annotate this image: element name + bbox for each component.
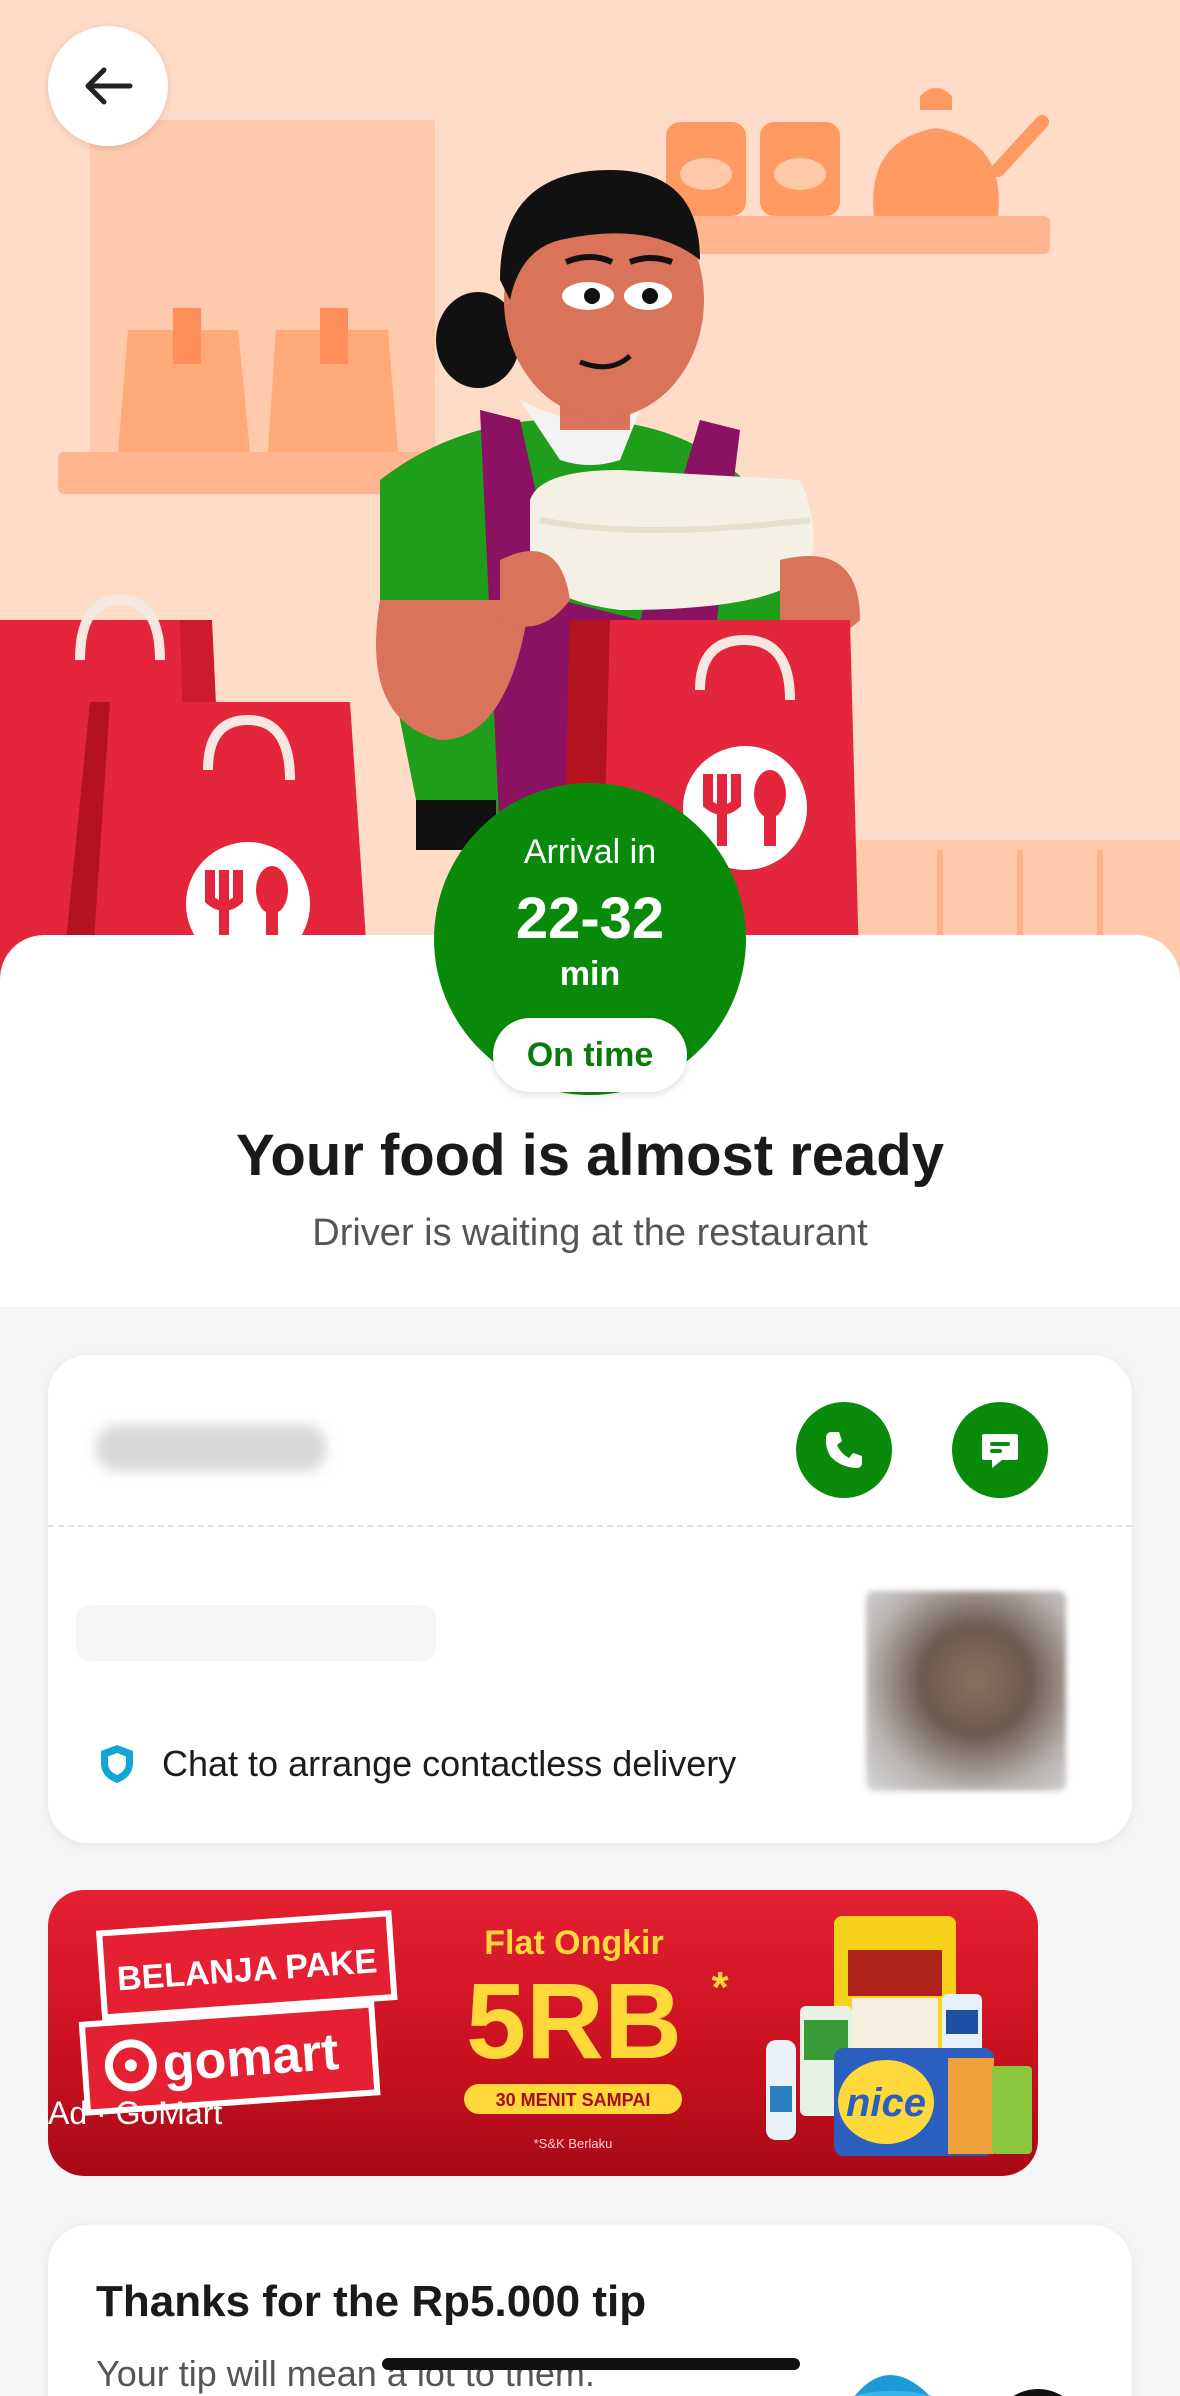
ad-offer-value: 5RB [466, 1960, 682, 2081]
page-subtitle: Driver is waiting at the restaurant [312, 1212, 868, 1254]
ad-footnote: *S&K Berlaku [534, 2136, 613, 2151]
product-label: nice [846, 2081, 926, 2125]
tip-title: Thanks for the Rp5.000 tip [96, 2277, 647, 2326]
ad-offer-mark: * [711, 1963, 729, 2012]
ad-brand: gomart [161, 2023, 341, 2093]
chat-driver-button[interactable] [952, 1402, 1048, 1498]
home-indicator[interactable] [382, 2358, 800, 2370]
driver-name-redacted [96, 1425, 326, 1471]
ad-badge: 30 MENIT SAMPAI [496, 2090, 651, 2110]
shield-icon [101, 1745, 133, 1783]
back-button[interactable] [48, 26, 168, 146]
tip-illustration [850, 2375, 1063, 2396]
phone-icon [825, 1432, 862, 1468]
card-divider [48, 1525, 1132, 1527]
grocery-products: nice [766, 1916, 1032, 2156]
teapot-icon [873, 128, 999, 216]
call-driver-button[interactable] [796, 1402, 892, 1498]
contactless-note[interactable]: Chat to arrange contactless delivery [98, 1743, 736, 1785]
eta-label: Arrival in [523, 833, 657, 871]
vehicle-info-redacted [76, 1605, 436, 1661]
chat-icon [982, 1434, 1018, 1468]
right-shelf [680, 216, 1050, 254]
tip-card[interactable]: Thanks for the Rp5.000 tip Your tip will… [48, 2225, 1132, 2396]
gomart-ad-banner[interactable]: BELANJA PAKE gomart Flat Ongkir 5RB * 30… [48, 1890, 1038, 2176]
driver-card: Chat to arrange contactless delivery [48, 1355, 1132, 1843]
ad-label: Ad · GoMart [48, 2095, 223, 2131]
ad-artwork: BELANJA PAKE gomart Flat Ongkir 5RB * 30… [78, 1910, 1032, 2156]
driver-photo[interactable] [866, 1591, 1066, 1791]
contactless-text: Chat to arrange contactless delivery [162, 1743, 737, 1784]
eta-value: 22-32 [515, 886, 665, 951]
eta-unit: min [559, 955, 621, 993]
arrow-left-icon [85, 67, 133, 105]
ad-offer-line: Flat Ongkir [484, 1924, 663, 1962]
page-title: Your food is almost ready [236, 1123, 944, 1188]
food-box [530, 470, 814, 610]
on-time-badge: On time [493, 1018, 687, 1092]
